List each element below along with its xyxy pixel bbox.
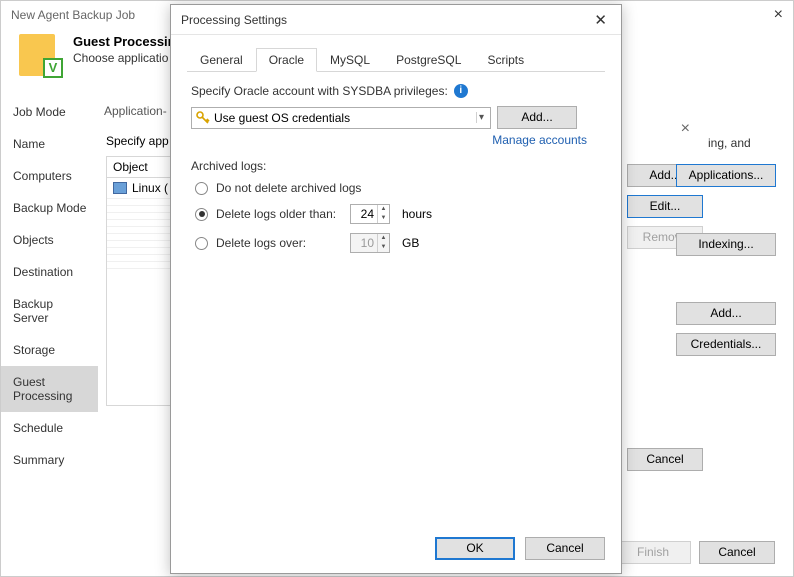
combo-text: Use guest OS credentials (214, 111, 472, 125)
dialog-footer: OK Cancel (435, 537, 605, 560)
secondary-close-icon[interactable]: × (681, 120, 690, 138)
over-gb-spinner: 10 ▲▼ (350, 233, 390, 253)
dialog-cancel-button[interactable]: Cancel (525, 537, 605, 560)
nav-destination[interactable]: Destination (1, 256, 99, 288)
account-combo[interactable]: Use guest OS credentials ▾ (191, 107, 491, 129)
older-hours-spinner[interactable]: 24 ▲▼ (350, 204, 390, 224)
server-icon (113, 182, 127, 194)
radio-no-delete[interactable] (195, 182, 208, 195)
dialog-close-icon[interactable]: ✕ (590, 11, 611, 29)
wizard-header-title: Guest Processing (73, 34, 184, 49)
radio-older-label: Delete logs older than: (216, 207, 342, 221)
radio-delete-older[interactable] (195, 208, 208, 221)
info-icon[interactable]: i (454, 84, 468, 98)
tab-mysql[interactable]: MySQL (317, 48, 383, 72)
nav-guest-processing[interactable]: Guest Processing (1, 366, 99, 412)
wizard-title: New Agent Backup Job (11, 8, 135, 22)
radio-over-row[interactable]: Delete logs over: 10 ▲▼ GB (191, 233, 601, 253)
nav-backup-mode[interactable]: Backup Mode (1, 192, 99, 224)
key-icon (196, 111, 210, 125)
dialog-titlebar: Processing Settings ✕ (171, 5, 621, 35)
nav-schedule[interactable]: Schedule (1, 412, 99, 444)
tab-oracle[interactable]: Oracle (256, 48, 317, 72)
tab-scripts[interactable]: Scripts (474, 48, 537, 72)
spinner-buttons: ▲▼ (377, 234, 389, 252)
add-account-button[interactable]: Add... (497, 106, 577, 129)
wizard-header-desc: Choose applicatio (73, 51, 184, 65)
wizard-footer: Finish Cancel (615, 541, 775, 564)
archived-logs-label: Archived logs: (191, 159, 601, 173)
finish-button: Finish (615, 541, 691, 564)
tab-general[interactable]: General (187, 48, 256, 72)
manage-accounts-link[interactable]: Manage accounts (492, 133, 587, 147)
nav-computers[interactable]: Computers (1, 160, 99, 192)
nav-storage[interactable]: Storage (1, 334, 99, 366)
indexing-button[interactable]: Indexing... (676, 233, 776, 256)
wizard-nav: Job Mode Name Computers Backup Mode Obje… (1, 86, 99, 541)
radio-delete-over[interactable] (195, 237, 208, 250)
wizard-header-text: Guest Processing Choose applicatio (73, 34, 184, 65)
spinner-buttons[interactable]: ▲▼ (377, 205, 389, 223)
radio-older-row[interactable]: Delete logs older than: 24 ▲▼ hours (191, 204, 601, 224)
nav-name[interactable]: Name (1, 128, 99, 160)
ok-button[interactable]: OK (435, 537, 515, 560)
close-icon[interactable]: × (774, 6, 783, 24)
middle-cancel-button[interactable]: Cancel (627, 448, 703, 471)
radio-over-label: Delete logs over: (216, 236, 342, 250)
over-gb-value: 10 (351, 234, 377, 252)
credentials-button[interactable]: Credentials... (676, 333, 776, 356)
nav-backup-server[interactable]: Backup Server (1, 288, 99, 334)
nav-objects[interactable]: Objects (1, 224, 99, 256)
older-hours-value: 24 (351, 205, 377, 223)
row-label: Linux ( (132, 181, 168, 195)
account-label: Specify Oracle account with SYSDBA privi… (191, 84, 448, 98)
cancel-button[interactable]: Cancel (699, 541, 775, 564)
frag-text: ing, and (708, 136, 751, 150)
dialog-tabstrip: General Oracle MySQL PostgreSQL Scripts (187, 47, 605, 72)
right-column: Applications... Indexing... Add... Crede… (676, 164, 776, 356)
add-creds-button[interactable]: Add... (676, 302, 776, 325)
radio-no-delete-row[interactable]: Do not delete archived logs (191, 181, 601, 195)
nav-job-mode[interactable]: Job Mode (1, 96, 99, 128)
chevron-down-icon[interactable]: ▾ (476, 112, 486, 123)
gb-unit: GB (402, 236, 438, 250)
processing-settings-dialog: Processing Settings ✕ General Oracle MyS… (170, 4, 622, 574)
wizard-icon: V (19, 34, 61, 76)
hours-unit: hours (402, 207, 438, 221)
tab-postgresql[interactable]: PostgreSQL (383, 48, 474, 72)
dialog-title: Processing Settings (181, 13, 287, 27)
oracle-tab-body: Specify Oracle account with SYSDBA privi… (171, 72, 621, 274)
applications-button[interactable]: Applications... (676, 164, 776, 187)
radio-no-delete-label: Do not delete archived logs (216, 181, 361, 195)
nav-summary[interactable]: Summary (1, 444, 99, 476)
